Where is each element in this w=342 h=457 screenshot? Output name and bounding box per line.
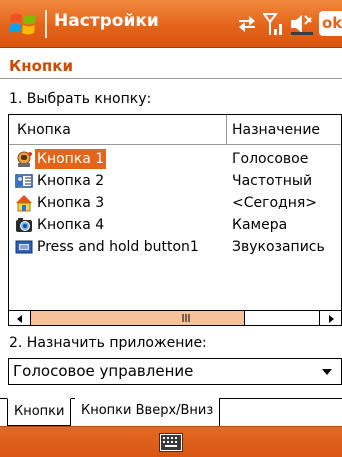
page-title-divider xyxy=(0,78,342,79)
list-item-assignment: Звукозапись xyxy=(232,239,325,255)
connectivity-icon[interactable] xyxy=(237,12,257,34)
step1-label: 1. Выбрать кнопку: xyxy=(9,91,152,107)
contacts-card-icon xyxy=(15,174,33,188)
ok-button[interactable]: ok xyxy=(319,11,342,36)
scroll-right-button[interactable] xyxy=(319,311,341,325)
step2-label: 2. Назначить приложение: xyxy=(9,335,207,351)
button-list[interactable]: Кнопка Назначение Кнопка 1 Голосовое Кно… xyxy=(8,114,342,326)
home-today-icon xyxy=(16,195,32,212)
tab-up-down-buttons[interactable]: Кнопки Вверх/Вниз xyxy=(75,398,221,426)
list-item[interactable]: Кнопка 3 <Сегодня> xyxy=(9,192,341,214)
page-title: Кнопки xyxy=(9,57,73,75)
title-divider xyxy=(45,10,47,38)
scroll-thumb[interactable] xyxy=(31,311,245,325)
list-item-assignment: Голосовое xyxy=(232,151,309,167)
scroll-grip-icon xyxy=(182,314,190,322)
tab-buttons[interactable]: Кнопки xyxy=(7,398,72,426)
list-item[interactable]: Press and hold button1 Звукозапись xyxy=(9,236,341,258)
list-item-assignment: <Сегодня> xyxy=(232,195,318,211)
tab-strip: Кнопки Кнопки Вверх/Вниз xyxy=(0,398,342,426)
windows-start-icon[interactable] xyxy=(8,9,38,39)
list-item[interactable]: Кнопка 1 Голосовое xyxy=(9,148,341,170)
application-select-value: Голосовое управление xyxy=(13,362,194,380)
menu-bar xyxy=(0,426,342,457)
list-item-name: Кнопка 4 xyxy=(37,217,105,233)
voice-recorder-icon xyxy=(17,151,32,167)
list-item-assignment: Частотный xyxy=(232,173,313,189)
list-item-assignment: Камера xyxy=(232,217,288,233)
keyboard-icon[interactable] xyxy=(159,433,183,452)
list-item-name: Кнопка 1 xyxy=(35,149,107,169)
volume-icon[interactable] xyxy=(289,12,315,36)
list-item-name: Кнопка 3 xyxy=(37,195,105,211)
application-select[interactable]: Голосовое управление xyxy=(8,358,342,385)
arrow-left-icon xyxy=(17,315,22,323)
window-title: Настройки xyxy=(54,11,159,31)
keyboard-button-icon xyxy=(15,240,33,254)
arrow-right-icon xyxy=(329,315,334,323)
title-bar: Настройки ok xyxy=(0,0,342,48)
chevron-down-icon[interactable] xyxy=(321,368,333,376)
column-header-button[interactable]: Кнопка xyxy=(9,115,227,145)
camera-icon xyxy=(16,218,32,232)
column-header-assignment[interactable]: Назначение xyxy=(227,115,341,145)
signal-strength-icon[interactable] xyxy=(263,12,285,36)
list-item[interactable]: Кнопка 2 Частотный xyxy=(9,170,341,192)
list-item-name: Press and hold button1 xyxy=(37,239,199,255)
scroll-left-button[interactable] xyxy=(9,311,31,325)
list-header: Кнопка Назначение xyxy=(9,115,341,145)
list-item-name: Кнопка 2 xyxy=(37,173,105,189)
horizontal-scrollbar[interactable] xyxy=(9,310,341,325)
list-item[interactable]: Кнопка 4 Камера xyxy=(9,214,341,236)
